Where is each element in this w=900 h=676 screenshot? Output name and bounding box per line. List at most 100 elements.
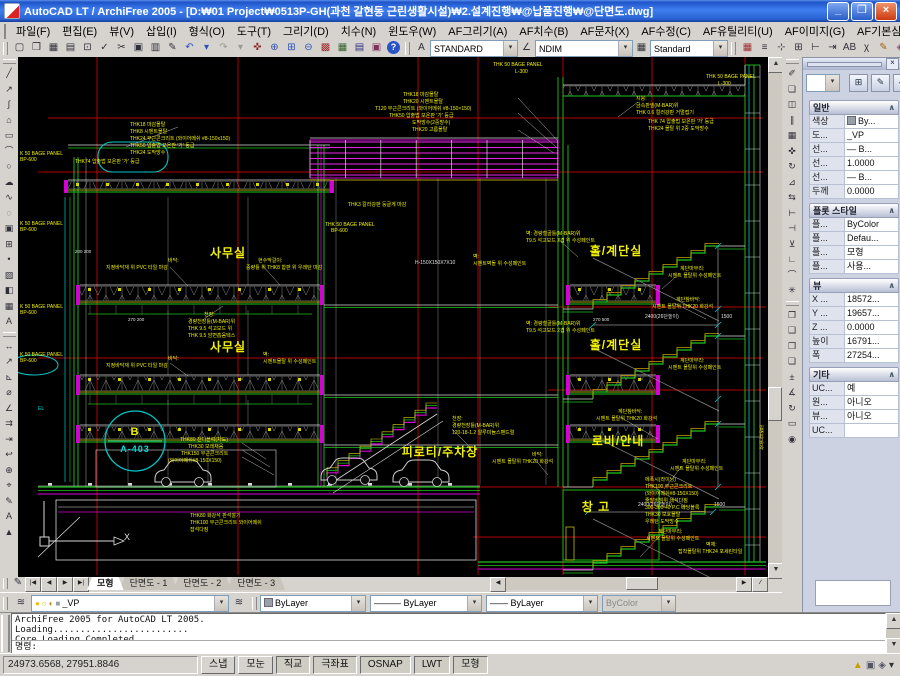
text-style-combo[interactable]: STANDARD ▾ <box>430 40 518 57</box>
close-button[interactable]: × <box>875 2 897 21</box>
chevron-down-icon[interactable]: ▾ <box>467 596 481 611</box>
command-prompt[interactable]: 명령: <box>12 641 885 653</box>
palette-row[interactable]: UC...예 <box>809 382 899 396</box>
tab-tool-icon[interactable]: ✎ <box>11 577 25 590</box>
toggle-pickadd-icon[interactable]: ⊞ <box>849 74 868 92</box>
help-icon[interactable]: ? <box>387 41 400 54</box>
zoom-realtime-icon[interactable]: ⊕ <box>266 41 283 56</box>
polyline-icon[interactable]: ∫ <box>1 97 17 113</box>
comm-icon[interactable]: ▣ <box>866 660 875 671</box>
toggle-모형[interactable]: 모형 <box>453 656 487 674</box>
zoom-previous-icon[interactable]: ⊖ <box>300 41 317 56</box>
palette-row[interactable]: 플...모형 <box>809 246 899 260</box>
scroll-up-icon[interactable]: ▲ <box>886 613 900 629</box>
trim-icon[interactable]: ⊢ <box>784 206 800 222</box>
properties-icon[interactable]: ▤ <box>351 41 368 56</box>
new-icon[interactable]: ▢ <box>11 41 28 56</box>
dim-edit-icon[interactable]: ✎ <box>1 494 17 510</box>
area-icon[interactable]: ∡ <box>784 385 800 401</box>
line-icon[interactable]: ╱ <box>1 66 17 82</box>
menu-item-1[interactable]: 편집(E) <box>56 22 103 40</box>
hatch-icon[interactable]: ▨ <box>1 268 17 284</box>
dim-aligned-icon[interactable]: ↗ <box>1 354 17 370</box>
region-icon[interactable]: ◧ <box>1 283 17 299</box>
toolbar-grip[interactable] <box>405 42 410 55</box>
insert-block2-icon[interactable]: ▣ <box>1 221 17 237</box>
designcenter-icon[interactable]: ▣ <box>368 41 385 56</box>
break-icon[interactable]: ⊻ <box>784 237 800 253</box>
chevron-down-icon[interactable]: ▾ <box>351 596 365 611</box>
draworder-below-icon[interactable]: ❏ <box>784 354 800 370</box>
chevron-down-icon[interactable]: ▾ <box>713 41 727 56</box>
minimize-button[interactable]: _ <box>827 2 849 21</box>
chevron-down-icon[interactable]: ▾ <box>214 596 228 611</box>
cut-icon[interactable]: ✂ <box>113 41 130 56</box>
distance-icon[interactable]: ⊢ <box>807 41 824 56</box>
table-style-combo[interactable]: Standard ▾ <box>650 40 728 57</box>
undo-icon[interactable]: ↶ <box>181 41 198 56</box>
toolbars-icon[interactable]: ▩ <box>317 41 334 56</box>
vscroll-thumb[interactable] <box>768 387 782 421</box>
mirror-icon[interactable]: ◫ <box>784 97 800 113</box>
paste-icon[interactable]: ▥ <box>147 41 164 56</box>
palette-section-header[interactable]: 플롯 스타일∧ <box>809 203 899 218</box>
polygon-icon[interactable]: ⌂ <box>1 113 17 129</box>
rotate2-icon[interactable]: ↻ <box>784 401 800 417</box>
lineweight-combo[interactable]: —— ByLayer ▾ <box>486 595 598 612</box>
rotate-icon[interactable]: ↻ <box>784 159 800 175</box>
menu-item-13[interactable]: AF유틸리티(U) <box>697 22 779 40</box>
chamfer-icon[interactable]: ∟ <box>784 252 800 268</box>
resize-corner-icon[interactable]: ∕∕ <box>752 577 768 592</box>
calc-icon[interactable]: ± <box>784 370 800 386</box>
menu-item-14[interactable]: AF이미지(G) <box>779 22 851 40</box>
palette-section-header[interactable]: 뷰∧ <box>809 278 899 293</box>
menu-item-9[interactable]: AF그리기(A) <box>442 22 513 40</box>
layer-manager-icon[interactable]: ≋ <box>11 595 31 611</box>
palette-row[interactable]: 폭27254... <box>809 349 899 363</box>
chevron-down-icon[interactable]: ▾ <box>618 41 632 56</box>
color-combo[interactable]: ByLayer ▾ <box>260 595 366 612</box>
palette-row[interactable]: UC... <box>809 424 899 438</box>
palette-row[interactable]: 플...Defau... <box>809 232 899 246</box>
leader-icon[interactable]: ↩ <box>1 447 17 463</box>
extend-icon[interactable]: ⊣ <box>784 221 800 237</box>
toggle-모눈[interactable]: 모눈 <box>238 656 272 674</box>
object-type-combo[interactable]: ▾ <box>806 74 840 92</box>
scale-text-icon[interactable]: χ <box>858 41 875 56</box>
array-icon[interactable]: ▦ <box>784 128 800 144</box>
tab-단면도 - 3[interactable]: 단면도 - 3 <box>227 577 285 590</box>
palette-row[interactable]: 도..._VP <box>809 129 899 143</box>
draworder-back-icon[interactable]: ❑ <box>784 323 800 339</box>
palette-row[interactable]: 플...ByColor <box>809 218 899 232</box>
toggle-LWT[interactable]: LWT <box>414 656 450 674</box>
palette-row[interactable]: 높이16791... <box>809 335 899 349</box>
dim-baseline-icon[interactable]: ⇉ <box>1 416 17 432</box>
palette-row[interactable]: 선...— B... <box>809 171 899 185</box>
hscroll-right-icon[interactable]: ▶ <box>736 577 752 592</box>
menu-item-3[interactable]: 삽입(I) <box>140 22 183 40</box>
spline-icon[interactable]: ∿ <box>1 190 17 206</box>
copy-icon[interactable]: ▣ <box>130 41 147 56</box>
layer-states-icon[interactable]: ≡ <box>756 41 773 56</box>
menu-item-12[interactable]: AF수정(C) <box>635 22 697 40</box>
tray-arrow-icon[interactable]: ▾ <box>889 660 894 671</box>
palette-row[interactable]: 뷰...아니오 <box>809 410 899 424</box>
chevron-down-icon[interactable]: ▾ <box>583 596 597 611</box>
draworder-front-icon[interactable]: ❐ <box>784 308 800 324</box>
quick-select-icon[interactable]: ◆ <box>893 74 900 92</box>
palette-section-header[interactable]: 일반∧ <box>809 100 899 115</box>
xline-icon[interactable]: ↗ <box>1 82 17 98</box>
arc-icon[interactable]: ⌒ <box>1 144 17 160</box>
erase-icon[interactable]: ✐ <box>784 66 800 82</box>
stretch-icon[interactable]: ⇆ <box>784 190 800 206</box>
print-icon[interactable]: ▤ <box>62 41 79 56</box>
menu-item-4[interactable]: 형식(O) <box>183 22 231 40</box>
chevron-down-icon[interactable]: ▾ <box>503 41 517 56</box>
table-style-icon[interactable]: ▦ <box>633 41 650 56</box>
menu-item-15[interactable]: AF기본심볼(L) <box>851 22 900 40</box>
ellipse-icon[interactable]: ◌ <box>1 206 17 222</box>
tab-last-button[interactable]: ▶| <box>73 577 89 592</box>
menu-item-10[interactable]: AF치수(B) <box>513 22 574 40</box>
menu-item-6[interactable]: 그리기(D) <box>277 22 335 40</box>
dim-continue-icon[interactable]: ⇥ <box>1 432 17 448</box>
